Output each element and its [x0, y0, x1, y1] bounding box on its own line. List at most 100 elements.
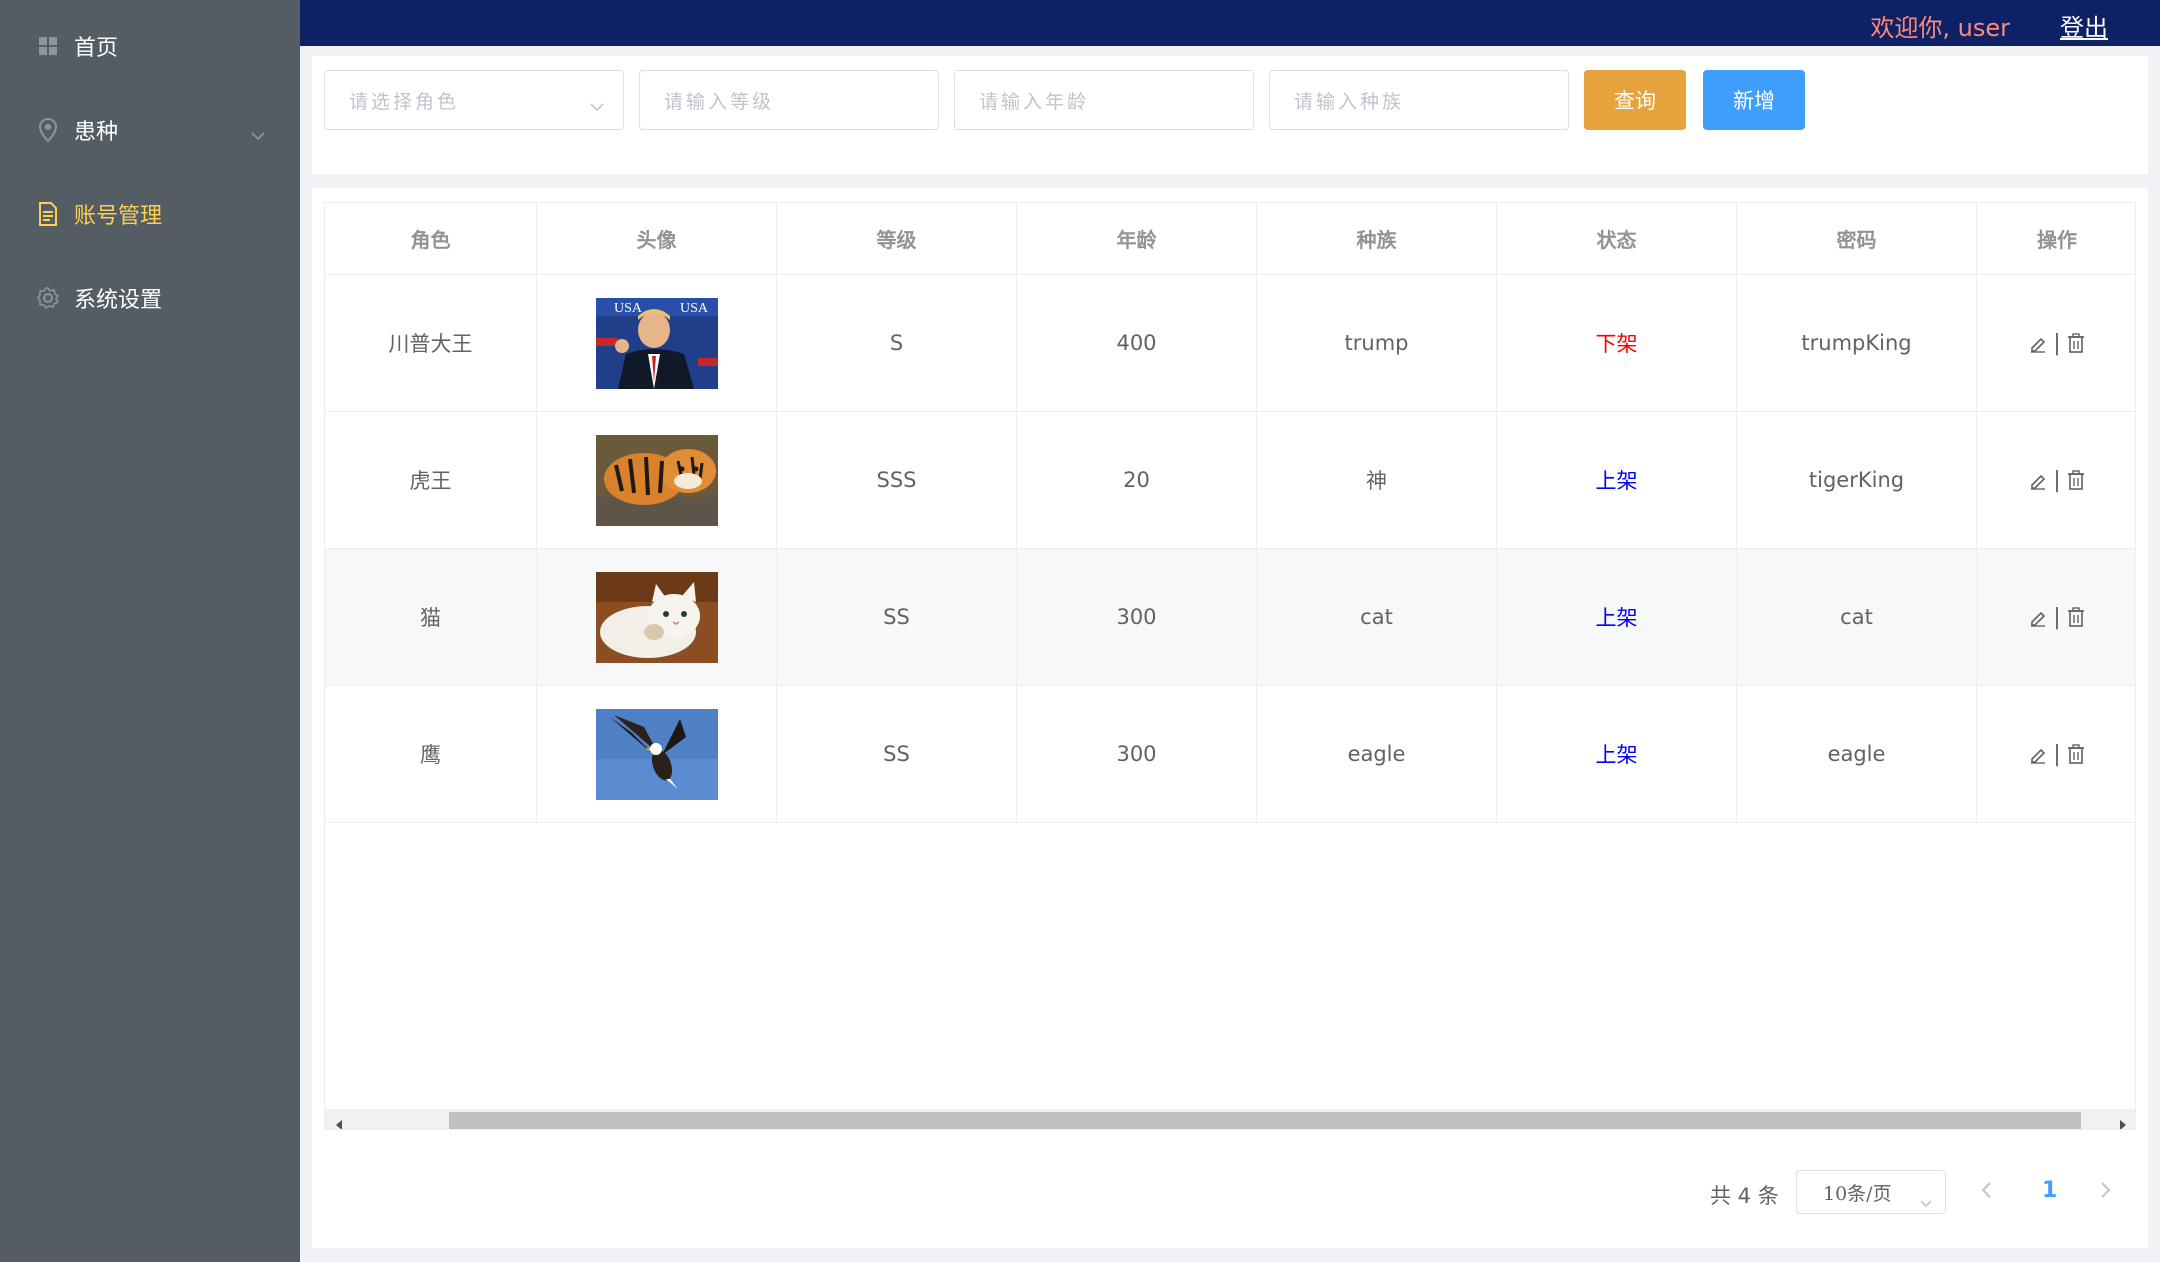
edit-icon[interactable]: [2029, 470, 2047, 490]
chevron-down-icon: [250, 122, 266, 147]
race-input[interactable]: 请输入种族: [1269, 70, 1569, 130]
table-header-row: 角色 头像 等级 年龄 种族 状态 密码 操作: [325, 203, 2135, 275]
scroll-right-icon[interactable]: [2119, 1115, 2127, 1129]
welcome-text: 欢迎你, user: [1870, 14, 2010, 42]
action-separator: |: [2053, 330, 2061, 356]
cell-password: cat: [1737, 549, 1977, 685]
action-separator: |: [2053, 741, 2061, 767]
table-row: 鹰 SS 300 eagle 上架 eagle |: [325, 686, 2135, 823]
cell-level: S: [777, 275, 1017, 411]
action-separator: |: [2053, 467, 2061, 493]
sidebar-item-label: 账号管理: [74, 204, 163, 229]
cell-status: 上架: [1497, 686, 1737, 822]
eagle-photo: [595, 708, 718, 800]
logout-link[interactable]: 登出: [2060, 8, 2108, 43]
location-icon: [36, 118, 60, 142]
column-header-level: 等级: [777, 203, 1017, 274]
chevron-down-icon: [589, 95, 605, 117]
delete-icon[interactable]: [2067, 744, 2085, 764]
cell-age: 300: [1017, 686, 1257, 822]
chevron-down-icon: [1919, 1191, 1933, 1213]
edit-icon[interactable]: [2029, 607, 2047, 627]
cell-role: 虎王: [325, 412, 537, 548]
cell-race: eagle: [1257, 686, 1497, 822]
grid-icon: [36, 34, 60, 58]
cell-avatar: USA USA: [537, 275, 777, 411]
scroll-left-icon[interactable]: [335, 1115, 343, 1129]
cell-role: 川普大王: [325, 275, 537, 411]
page-size-select[interactable]: 10条/页: [1796, 1170, 1946, 1214]
cat-photo: [595, 571, 718, 663]
cell-avatar: [537, 549, 777, 685]
delete-icon[interactable]: [2067, 607, 2085, 627]
role-select[interactable]: 请选择角色: [324, 70, 624, 130]
cell-password: trumpKing: [1737, 275, 1977, 411]
cell-status: 上架: [1497, 412, 1737, 548]
cell-age: 20: [1017, 412, 1257, 548]
data-table: 角色 头像 等级 年龄 种族 状态 密码 操作 川普大王 USA USA S 4…: [324, 202, 2136, 1130]
sidebar-item-account[interactable]: 账号管理: [0, 172, 300, 256]
pagination-total: 共 4 条: [1710, 1184, 1779, 1208]
top-header: 欢迎你, user 登出: [300, 0, 2160, 46]
sidebar-item-label: 首页: [74, 36, 119, 61]
sidebar-item-home[interactable]: 首页: [0, 4, 300, 88]
cell-level: SSS: [777, 412, 1017, 548]
column-header-status: 状态: [1497, 203, 1737, 274]
cell-race: trump: [1257, 275, 1497, 411]
trump-photo: USA USA: [595, 297, 718, 389]
cell-level: SS: [777, 549, 1017, 685]
cell-race: 神: [1257, 412, 1497, 548]
query-button[interactable]: 查询: [1584, 70, 1686, 130]
column-header-avatar: 头像: [537, 203, 777, 274]
cell-password: tigerKing: [1737, 412, 1977, 548]
column-header-role: 角色: [325, 203, 537, 274]
cell-avatar: [537, 412, 777, 548]
page-size-value: 10条/页: [1823, 1182, 1892, 1205]
horizontal-scrollbar[interactable]: [325, 1109, 2135, 1129]
delete-icon[interactable]: [2067, 333, 2085, 353]
cell-race: cat: [1257, 549, 1497, 685]
scrollbar-thumb[interactable]: [449, 1112, 2081, 1129]
level-input-placeholder: 请输入等级: [664, 90, 775, 113]
cell-actions: |: [1977, 686, 2135, 822]
page-number[interactable]: 1: [2042, 1178, 2057, 1203]
table-row: 川普大王 USA USA S 400 trump 下架 trumpKing |: [325, 275, 2135, 412]
document-icon: [36, 202, 60, 226]
edit-icon[interactable]: [2029, 333, 2047, 353]
table-row: 虎王 SSS 20 神 上架 tigerKing |: [325, 412, 2135, 549]
edit-icon[interactable]: [2029, 744, 2047, 764]
gear-icon: [36, 286, 60, 310]
sidebar-item-settings[interactable]: 系统设置: [0, 256, 300, 340]
cell-actions: |: [1977, 275, 2135, 411]
column-header-age: 年龄: [1017, 203, 1257, 274]
table-panel: 角色 头像 等级 年龄 种族 状态 密码 操作 川普大王 USA USA S 4…: [312, 188, 2148, 1248]
column-header-actions: 操作: [2037, 228, 2077, 252]
column-header-password: 密码: [1737, 203, 1977, 274]
delete-icon[interactable]: [2067, 470, 2085, 490]
cell-age: 300: [1017, 549, 1257, 685]
tiger-photo: [595, 434, 718, 526]
level-input[interactable]: 请输入等级: [639, 70, 939, 130]
cell-age: 400: [1017, 275, 1257, 411]
sidebar-item-label: 患种: [74, 120, 119, 145]
race-input-placeholder: 请输入种族: [1294, 90, 1405, 113]
age-input[interactable]: 请输入年龄: [954, 70, 1254, 130]
cell-actions: |: [1977, 412, 2135, 548]
chevron-left-icon[interactable]: [1980, 1180, 1992, 1204]
cell-actions: |: [1977, 549, 2135, 685]
filter-bar: 请选择角色 请输入等级 请输入年龄 请输入种族 查询 新增: [312, 56, 2148, 174]
pagination: 共 4 条 10条/页 1: [312, 1170, 2148, 1216]
cell-role: 鹰: [325, 686, 537, 822]
add-button[interactable]: 新增: [1703, 70, 1805, 130]
cell-status: 上架: [1497, 549, 1737, 685]
cell-level: SS: [777, 686, 1017, 822]
cell-password: eagle: [1737, 686, 1977, 822]
chevron-right-icon[interactable]: [2100, 1180, 2112, 1204]
sidebar: 首页 患种 账号管理 系统设置: [0, 0, 300, 1262]
table-row: 猫 SS 300 cat 上架 cat |: [325, 549, 2135, 686]
action-separator: |: [2053, 604, 2061, 630]
column-header-race: 种族: [1257, 203, 1497, 274]
age-input-placeholder: 请输入年龄: [979, 90, 1090, 113]
sidebar-item-species[interactable]: 患种: [0, 88, 300, 172]
svg-text:USA: USA: [614, 301, 643, 316]
